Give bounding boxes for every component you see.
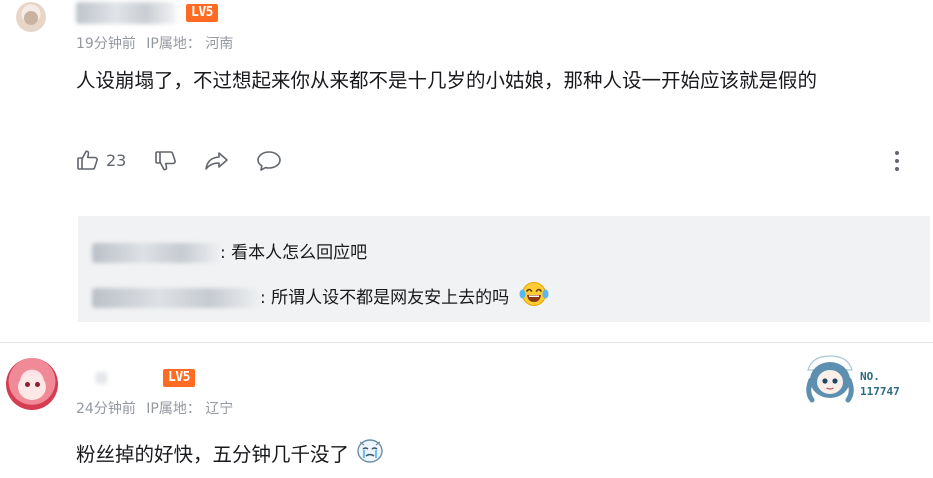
reply-username-redacted[interactable]: [92, 243, 220, 263]
crying-emoji: [355, 436, 385, 475]
reply-text: : 看本人怎么回应吧: [220, 243, 368, 263]
reply-text: : 所谓人设不都是网友安上去的吗: [260, 288, 510, 308]
reply-username-redacted[interactable]: [92, 288, 260, 308]
username-redacted[interactable]: [76, 2, 176, 24]
comment-meta: 19分钟前 IP属地： 河南: [76, 33, 233, 53]
level-badge: LV5: [186, 4, 218, 22]
ip-location: 河南: [205, 36, 234, 52]
comment-meta: 24分钟前 IP属地： 辽宁: [76, 398, 233, 418]
fan-badge[interactable]: NO. 117747: [802, 352, 912, 404]
reply-preview-box[interactable]: : 看本人怎么回应吧 : 所谓人设不都是网友安上去的吗: [78, 216, 930, 322]
like-icon[interactable]: [76, 148, 100, 172]
share-icon[interactable]: [204, 149, 230, 173]
comment-text: 粉丝掉的好快，五分钟几千没了: [76, 436, 385, 475]
ip-location: 辽宁: [205, 401, 234, 417]
reply-icon[interactable]: [256, 149, 282, 173]
more-icon[interactable]: [889, 150, 905, 172]
fan-badge-character-icon: [806, 355, 854, 403]
fan-badge-no-label: NO.: [860, 370, 880, 383]
avatar[interactable]: [6, 358, 58, 410]
comment-text: 人设崩塌了，不过想起来你从来都不是十几岁的小姑娘，那种人设一开始应该就是假的: [76, 69, 818, 92]
avatar[interactable]: [16, 2, 46, 32]
ip-label: IP属地：: [146, 401, 201, 417]
reply-item[interactable]: : 所谓人设不都是网友安上去的吗: [92, 281, 549, 315]
level-badge: LV5: [163, 369, 195, 387]
reply-item[interactable]: : 看本人怎么回应吧: [92, 240, 367, 266]
comment-time: 24分钟前: [76, 401, 136, 417]
avatar-eye: [25, 382, 30, 387]
fan-badge-number: 117747: [860, 385, 900, 398]
like-count: 23: [106, 151, 127, 170]
avatar-face: [18, 374, 46, 400]
laugh-cry-emoji: [519, 281, 549, 315]
ip-label: IP属地：: [146, 36, 201, 52]
comment-time: 19分钟前: [76, 36, 136, 52]
dislike-icon[interactable]: [154, 149, 178, 173]
username-redacted[interactable]: [96, 372, 108, 384]
comment-divider: [0, 342, 933, 343]
avatar-eye: [35, 382, 40, 387]
avatar-face: [24, 11, 38, 25]
comment-text-body: 粉丝掉的好快，五分钟几千没了: [76, 443, 350, 466]
